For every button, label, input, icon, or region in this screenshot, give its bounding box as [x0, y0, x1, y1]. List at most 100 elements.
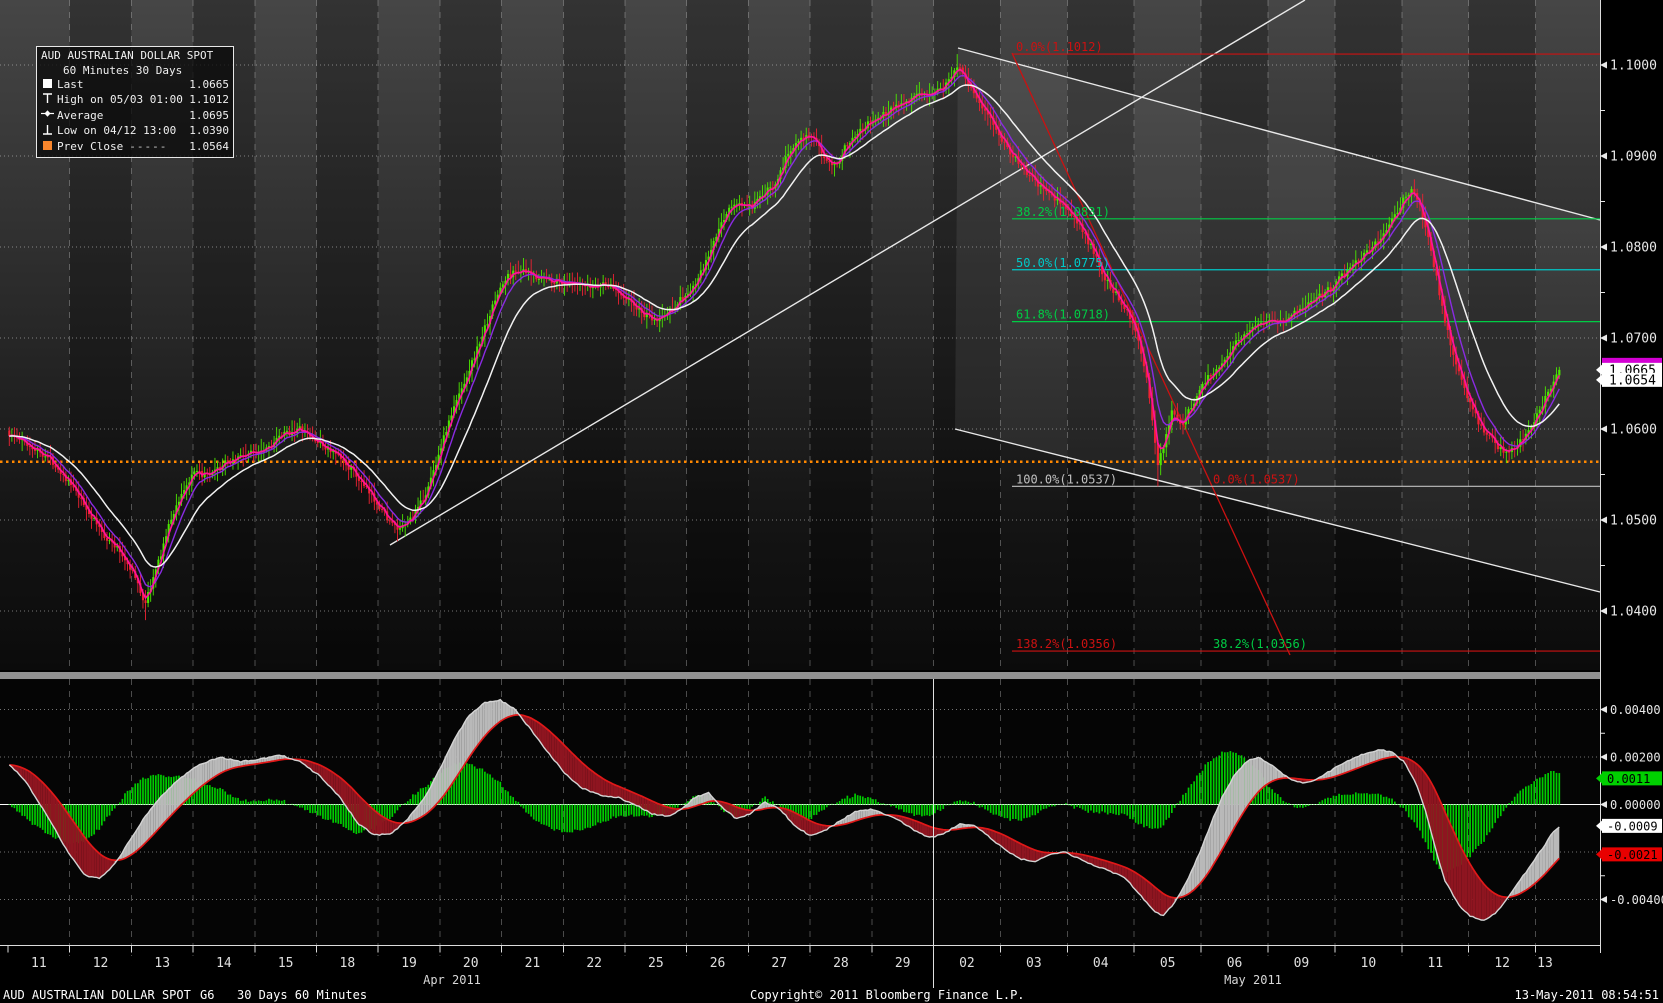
ribbon-segment [99, 853, 102, 878]
histogram-bar [404, 803, 406, 804]
histogram-bar [970, 803, 972, 804]
legend-high-label: High on 05/03 01:00 [57, 93, 183, 108]
histogram-bar [859, 796, 861, 805]
ribbon-segment [477, 707, 480, 746]
price-tick-label: 1.0400 [1610, 605, 1657, 620]
ribbon-segment [166, 789, 169, 821]
histogram-bar [343, 805, 345, 827]
ribbon-segment [148, 809, 151, 840]
histogram-bar [1216, 757, 1218, 804]
histogram-bar [677, 805, 679, 808]
histogram-bar [571, 805, 573, 833]
fib-label: 38.2%(1.0831) [1016, 205, 1110, 219]
ribbon-segment [554, 736, 557, 763]
histogram-bar [883, 803, 885, 804]
ribbon-segment [79, 829, 82, 871]
histogram-bar [940, 805, 942, 811]
ribbon-segment [1453, 831, 1456, 900]
histogram-bar [569, 805, 571, 833]
histogram-bar [582, 805, 584, 831]
histogram-bar [751, 805, 753, 807]
histogram-bar [628, 805, 630, 816]
histogram-bar [212, 787, 214, 805]
histogram-bar [895, 805, 897, 808]
histogram-bar [1059, 805, 1061, 806]
histogram-bar [235, 798, 237, 805]
histogram-bar [523, 805, 525, 809]
ribbon-segment [1021, 844, 1024, 860]
histogram-bar [96, 805, 98, 830]
day-label: 21 [525, 956, 541, 971]
histogram-bar [407, 801, 409, 804]
histogram-bar [1383, 797, 1385, 805]
day-label: 20 [463, 956, 479, 971]
fib-label: 100.0%(1.0537) [1016, 472, 1117, 486]
histogram-bar [852, 797, 854, 804]
histogram-bar [1533, 781, 1535, 804]
prev-close-dash-sample: ----- [129, 140, 167, 155]
histogram-bar [291, 804, 293, 805]
histogram-bar [898, 805, 900, 810]
histogram-bar [16, 805, 18, 812]
session-band-dark [317, 0, 379, 670]
histogram-bar [1185, 793, 1187, 805]
histogram-bar [1405, 805, 1407, 812]
histogram-bar [1171, 805, 1173, 813]
ribbon-segment [1158, 890, 1161, 915]
histogram-bar [1299, 805, 1301, 808]
histogram-bar [535, 805, 537, 822]
ribbon-segment [200, 764, 203, 788]
histogram-bar [1269, 787, 1271, 804]
ribbon-segment [225, 759, 228, 771]
histogram-bar [973, 802, 975, 805]
ribbon-segment [349, 785, 352, 813]
day-label: 25 [648, 956, 664, 971]
ribbon-segment [1219, 797, 1222, 855]
histogram-bar [1522, 789, 1524, 805]
ribbon-segment [197, 765, 200, 791]
histogram-bar [230, 795, 232, 805]
histogram-bar [487, 773, 489, 804]
histogram-bar [417, 792, 419, 805]
histogram-bar [1135, 805, 1137, 823]
candle-body [1029, 175, 1031, 176]
ribbon-segment [1442, 806, 1445, 882]
ribbon-segment [1152, 885, 1155, 912]
day-label: 19 [401, 956, 417, 971]
ribbon-segment [390, 820, 393, 833]
histogram-bar [137, 783, 139, 804]
average-marker-icon [41, 108, 54, 124]
histogram-bar [322, 805, 324, 819]
ribbon-segment [1557, 827, 1560, 861]
ribbon-segment [559, 740, 562, 770]
ribbon-segment [194, 766, 197, 792]
price-tick-label: 1.0600 [1610, 423, 1657, 438]
histogram-bar [589, 805, 591, 828]
histogram-bar [1160, 805, 1162, 828]
histogram-bar [309, 805, 311, 813]
ribbon-segment [451, 740, 454, 785]
histogram-bar [715, 804, 717, 805]
ribbon-segment [1473, 869, 1476, 919]
day-label: 11 [1427, 956, 1443, 971]
ribbon-segment [1161, 892, 1164, 916]
month-label: May 2011 [1224, 973, 1282, 987]
histogram-bar [289, 804, 291, 805]
day-label: 12 [93, 956, 109, 971]
chart-canvas[interactable]: 0.0%(1.1012)38.2%(1.0831)50.0%(1.0775)61… [0, 0, 1663, 1003]
histogram-bar [901, 805, 903, 810]
ribbon-segment [146, 813, 149, 843]
fib-label: 61.8%(1.0718) [1016, 308, 1110, 322]
histogram-bar [412, 794, 414, 804]
histogram-bar [685, 803, 687, 805]
histogram-bar [1316, 804, 1318, 805]
histogram-bar [1542, 777, 1544, 804]
histogram-bar [492, 778, 494, 805]
ribbon-segment [652, 801, 655, 814]
ribbon-segment [161, 794, 164, 826]
histogram-bar [1400, 805, 1402, 808]
ribbon-segment [192, 768, 195, 795]
histogram-bar [1413, 805, 1415, 823]
histogram-bar [1007, 805, 1009, 819]
ribbon-segment [446, 750, 449, 792]
